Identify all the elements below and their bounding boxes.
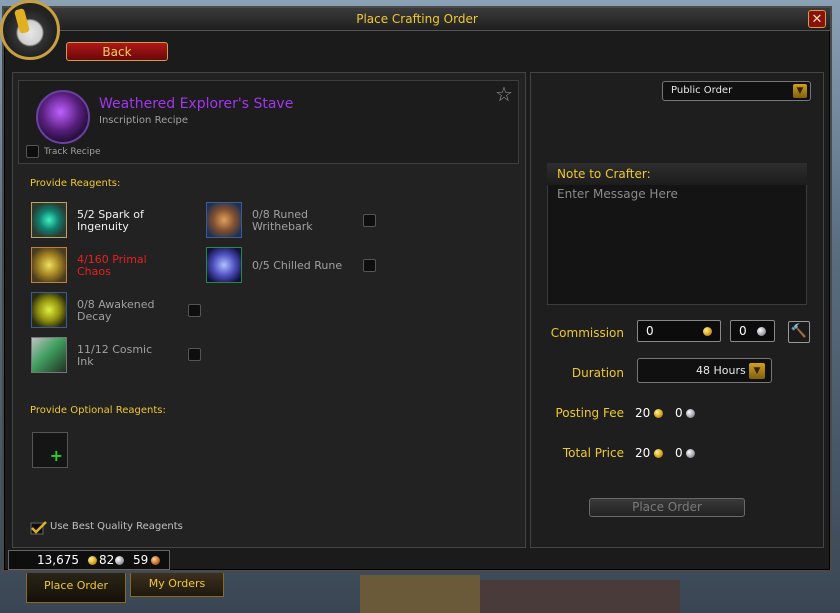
tab-my-orders[interactable]: My Orders [130, 573, 224, 597]
reagent-label: 0/8 Awakened Decay [77, 298, 155, 323]
commission-silver-value: 0 [739, 324, 747, 338]
awakened-decay-icon[interactable] [31, 292, 67, 328]
reagent-label: 11/12 Cosmic Ink [77, 343, 153, 368]
commission-gold-input[interactable]: 0 [637, 320, 721, 342]
optional-reagent-slot[interactable]: + [32, 432, 68, 468]
wallet-copper: 59 [133, 553, 149, 567]
gold-coin-icon [703, 327, 712, 336]
duration-dropdown[interactable]: 48 Hours ▼ [637, 358, 772, 383]
reagent-label: 0/8 Runed Writhebark [252, 208, 313, 233]
star-icon[interactable]: ☆ [495, 82, 513, 106]
reagent-label: 5/2 Spark of Ingenuity [77, 208, 144, 233]
plus-icon: + [49, 446, 63, 465]
order-type-dropdown[interactable]: Public Order ▼ [662, 81, 811, 101]
reagent-checkbox[interactable] [188, 348, 201, 361]
reagent-checkbox[interactable] [188, 304, 201, 317]
back-button[interactable]: Back [66, 42, 168, 61]
wallet-silver: 82 [99, 553, 115, 567]
chevron-down-icon: ▼ [793, 84, 807, 98]
close-button[interactable]: ✕ [808, 10, 826, 28]
title-bar[interactable]: Place Crafting Order [4, 8, 830, 31]
wallet-display: 13,675 82 59 [8, 550, 170, 570]
portrait-decoration [14, 8, 30, 34]
duration-value: 48 Hours [696, 364, 746, 377]
reagent-label: 0/5 Chilled Rune [252, 259, 343, 272]
silver-coin-icon [686, 409, 696, 418]
total-price-label: Total Price [562, 446, 624, 460]
posting-fee-value: 20 0 [635, 406, 696, 420]
tab-place-order[interactable]: Place Order [26, 573, 126, 603]
commission-silver-input[interactable]: 0 [730, 320, 775, 342]
checkmark-icon[interactable] [30, 520, 47, 535]
reagent-checkbox[interactable] [363, 259, 376, 272]
reagent-label: 4/160 Primal Chaos [77, 253, 147, 278]
world-object [360, 575, 480, 613]
gold-coin-icon [654, 409, 664, 418]
silver-coin-icon [115, 556, 124, 565]
total-price-value: 20 0 [635, 446, 696, 460]
duration-label: Duration [571, 366, 624, 380]
best-quality-label: Use Best Quality Reagents [50, 521, 183, 532]
silver-coin-icon [686, 449, 696, 458]
silver-coin-icon [757, 327, 766, 336]
recipe-profession: Inscription Recipe [99, 115, 188, 126]
gold-coin-icon [654, 449, 664, 458]
note-input[interactable]: Enter Message Here [557, 187, 678, 201]
chevron-down-icon: ▼ [749, 363, 765, 379]
reagent-checkbox[interactable] [363, 214, 376, 227]
track-recipe-label: Track Recipe [44, 147, 101, 157]
track-recipe-checkbox[interactable] [26, 145, 39, 158]
player-portrait [0, 0, 60, 60]
commission-gold-value: 0 [646, 324, 654, 338]
window-title: Place Crafting Order [356, 12, 478, 26]
commission-label: Commission [550, 326, 624, 340]
optional-reagents-heading: Provide Optional Reagents: [30, 405, 166, 416]
recipe-name[interactable]: Weathered Explorer's Stave [99, 96, 293, 112]
wallet-gold: 13,675 [37, 553, 79, 567]
primal-chaos-icon[interactable] [31, 247, 67, 283]
posting-fee-label: Posting Fee [555, 406, 625, 420]
order-details-panel [530, 72, 824, 548]
world-object [480, 580, 680, 613]
hammer-icon[interactable]: 🔨 [788, 321, 810, 343]
gold-coin-icon [88, 556, 97, 565]
copper-coin-icon [151, 556, 160, 565]
spark-of-ingenuity-icon[interactable] [31, 202, 67, 238]
note-title: Note to Crafter: [557, 167, 651, 181]
recipe-icon[interactable] [36, 90, 90, 144]
reagents-heading: Provide Reagents: [30, 178, 121, 189]
cosmic-ink-icon[interactable] [31, 337, 67, 373]
chilled-rune-icon[interactable] [206, 247, 242, 283]
order-type-value: Public Order [671, 85, 733, 96]
place-order-button[interactable]: Place Order [589, 498, 745, 517]
runed-writhebark-icon[interactable] [206, 202, 242, 238]
